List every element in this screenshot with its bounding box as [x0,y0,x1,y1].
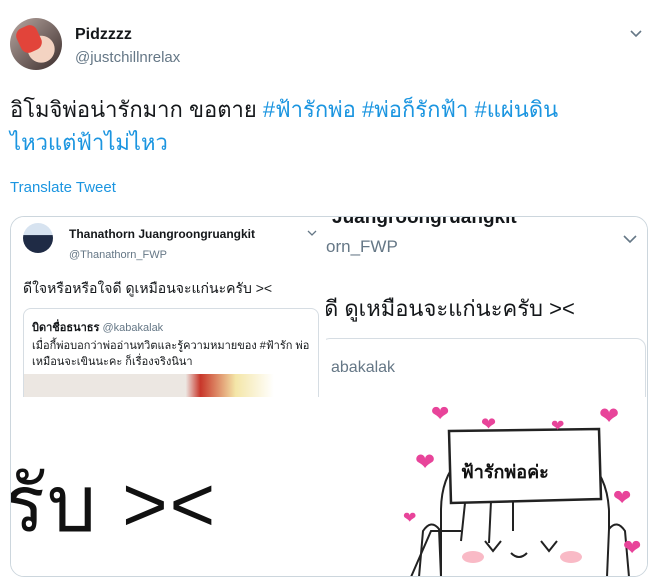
embedded-author-handle: @Thanathorn_FWP [69,249,167,261]
quoted-image [24,374,318,397]
heart-icon: ❤ [613,485,632,510]
tweet-card: Pidzzzz @justchillnrelax อิโมจิพ่อน่ารัก… [0,0,653,585]
hashtag-link[interactable]: ไหวแต่ฟ้าไม่ไหว [10,130,168,155]
reaction-panel: รับ >< ฟ้ารักพ่อค่ะ ❤ ❤ ❤ ❤ ❤ ❤ ❤ ❤ [11,399,647,576]
hashtag-link[interactable]: #ฟ้ารักพ่อ [263,97,356,122]
avatar-hand-graphic [13,22,45,56]
quoted-author: บิดาชื่อธนาธร @kabakalak [32,318,163,336]
media-image[interactable]: Thanathorn Juangroongruangkit @Thanathor… [10,216,648,577]
chevron-down-icon[interactable] [628,25,644,41]
embedded-author-name: Thanathorn Juangroongruangkit [69,227,255,241]
heart-icon: ❤ [481,414,497,434]
big-caption: รับ >< [11,460,218,548]
embedded-tweet-screenshot: Thanathorn Juangroongruangkit @Thanathor… [11,217,326,397]
zoomed-tweet-screenshot: Juangroongruangkit orn_FWP ดี ดูเหมือนจะ… [326,217,647,397]
zoomed-quoted-handle: abakalak [331,359,396,376]
embedded-text: ดีใจหรือหรือใจดี ดูเหมือนจะแก่นะครับ >< [23,280,273,296]
embedded-avatar [23,223,53,253]
display-name[interactable]: Pidzzzz [75,26,132,44]
tweet-text: อิโมจิพ่อน่ารักมาก ขอตาย #ฟ้ารักพ่อ #พ่อ… [10,93,635,159]
heart-icon: ❤ [551,418,565,435]
embedded-quoted-tweet: บิดาชื่อธนาธร @kabakalak เมื่อกี้พ่อบอกว… [23,308,319,397]
zoomed-text: ดี ดูเหมือนจะแก่นะครับ >< [326,296,575,321]
quoted-author-handle: @kabakalak [102,322,164,334]
hashtag-link[interactable]: #พ่อก็รักฟ้า [362,97,468,122]
zoomed-author-name: Juangroongruangkit [332,217,517,228]
zoomed-quoted-tweet: abakalak [326,338,646,397]
sign-text: ฟ้ารักพ่อค่ะ [461,462,549,482]
heart-icon: ❤ [415,449,436,476]
hashtag-link[interactable]: #แผ่นดิน [474,97,558,122]
heart-icon: ❤ [623,535,642,560]
chevron-down-icon [307,229,317,239]
user-handle[interactable]: @justchillnrelax [75,49,180,66]
tweet-text-plain: อิโมจิพ่อน่ารักมาก ขอตาย [10,97,263,122]
quoted-text: เมื่อกี้พ่อบอกว่าพ่ออ่านทวิตและรู้ความหม… [32,340,310,368]
heart-icon: ❤ [431,401,450,426]
heart-icon: ❤ [599,403,620,430]
translate-tweet-link[interactable]: Translate Tweet [10,179,116,196]
avatar[interactable] [10,18,62,70]
heart-icon: ❤ [403,510,417,527]
zoomed-author-handle: orn_FWP [326,237,398,256]
quoted-author-name: บิดาชื่อธนาธร [32,322,100,334]
chevron-down-icon [623,231,637,247]
